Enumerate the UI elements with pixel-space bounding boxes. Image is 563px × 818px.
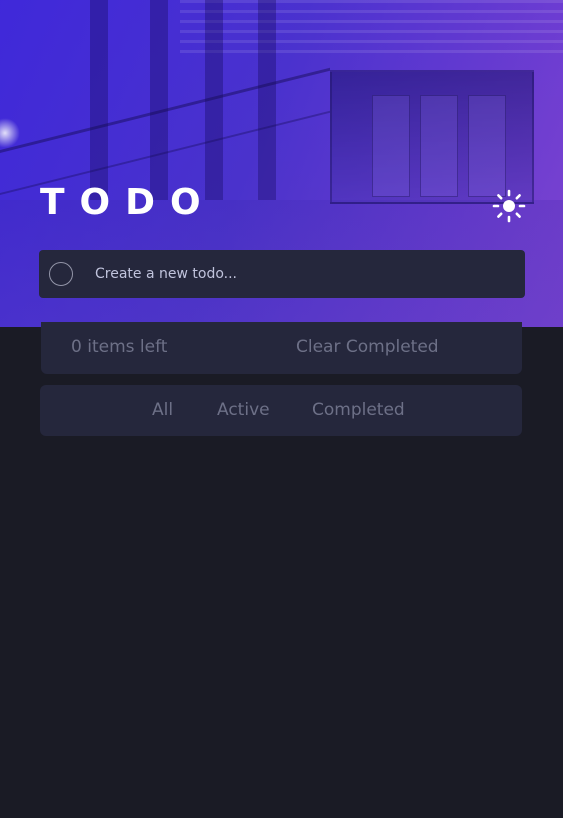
filter-all-button[interactable]: All [152,400,173,420]
clear-completed-button[interactable]: Clear Completed [296,337,439,357]
create-todo-input[interactable] [93,260,507,288]
hero-door [420,95,458,197]
create-todo-bar [39,250,525,298]
todo-list-footer: 0 items left Clear Completed [41,322,522,374]
hero-light-glow [0,118,20,148]
sun-icon [492,189,526,223]
filter-bar: All Active Completed [40,385,522,436]
create-todo-checkbox[interactable] [49,262,73,286]
hero-pillar [150,0,168,200]
hero-door [468,95,506,197]
filter-active-button[interactable]: Active [217,400,270,420]
filter-completed-button[interactable]: Completed [312,400,405,420]
page-title: TODO [40,182,216,223]
hero-door [372,95,410,197]
hero-ceiling-decoration [180,0,563,60]
items-left-count: 0 items left [71,337,168,357]
theme-toggle-button[interactable] [492,189,526,223]
